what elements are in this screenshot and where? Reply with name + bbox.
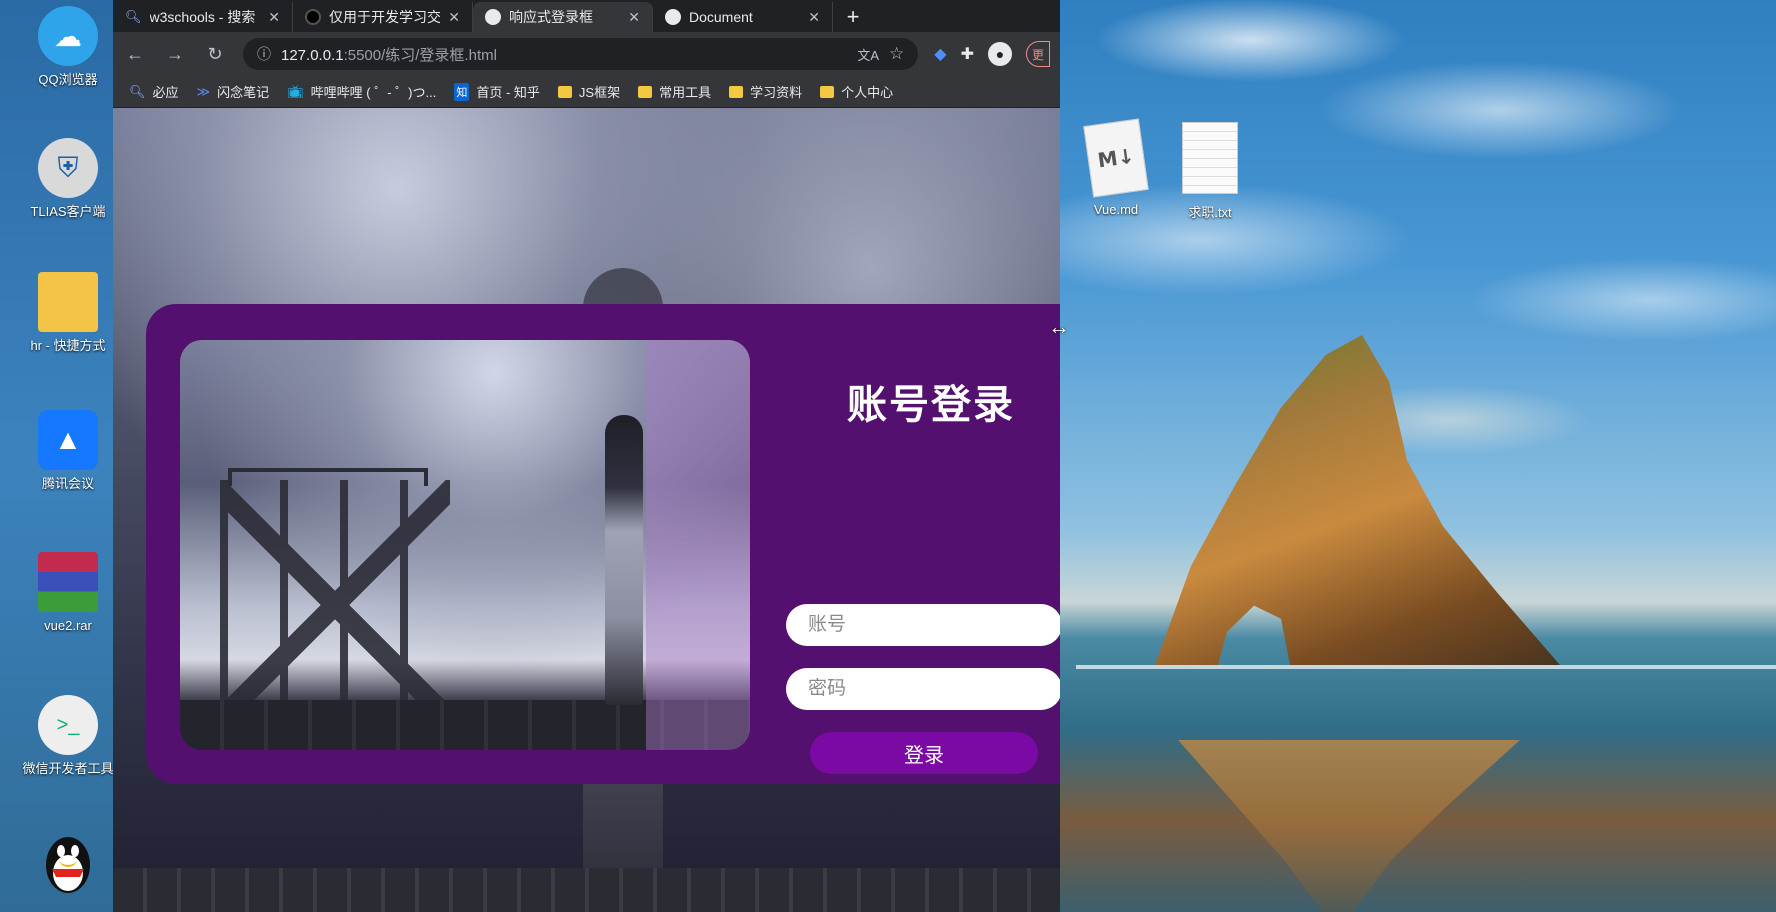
note-icon: ≫ xyxy=(196,83,211,99)
bookmark-common-tools[interactable]: 常用工具 xyxy=(638,82,711,101)
desktop-icon-qq[interactable] xyxy=(18,832,118,893)
desktop-icon-label: 腾讯会议 xyxy=(41,476,94,491)
desktop-icon-tlias[interactable]: ⛨ TLIAS客户端 xyxy=(18,138,118,220)
desktop-icon-label: vue2.rar xyxy=(44,618,92,633)
folder-icon xyxy=(557,85,572,98)
close-icon[interactable]: ✕ xyxy=(808,9,820,26)
new-tab-button[interactable]: + xyxy=(837,2,869,32)
bookmark-label: 哔哩哔哩 ( ゜- ゜)つ... xyxy=(310,85,437,100)
bookmark-label: JS框架 xyxy=(578,85,621,100)
desktop-icon-wechat-devtools[interactable]: >_ 微信开发者工具 xyxy=(18,695,118,777)
bookmark-study-materials[interactable]: 学习资料 xyxy=(729,82,802,101)
bookmark-bilibili[interactable]: 📺︎ 哔哩哔哩 ( ゜- ゜)つ... xyxy=(287,82,436,101)
folder-icon xyxy=(38,272,98,332)
desktop-icon-label: QQ浏览器 xyxy=(38,72,98,87)
profile-avatar-icon[interactable]: ● xyxy=(988,42,1012,66)
tab-w3schools-search[interactable]: 🔍︎ w3schools - 搜索 ✕ xyxy=(113,2,293,32)
desktop-icon-label: 求职.txt xyxy=(1188,205,1232,220)
globe-icon xyxy=(665,9,681,25)
tab-title: w3schools - 搜索 xyxy=(149,9,256,25)
desktop-icon-label: Vue.md xyxy=(1093,202,1139,217)
info-icon[interactable]: ⓘ xyxy=(257,44,271,64)
account-input[interactable] xyxy=(786,604,1060,646)
wallpaper-wave xyxy=(1076,665,1776,669)
tab-title: 仅用于开发学习交 xyxy=(329,9,441,25)
reload-icon[interactable]: ↻ xyxy=(203,44,227,65)
desktop-icon-label: hr - 快捷方式 xyxy=(30,338,106,353)
bookmark-label: 必应 xyxy=(152,85,179,100)
desktop-icon-job-txt[interactable]: 求职.txt xyxy=(1160,122,1260,221)
url-path: :5500/练习/登录框.html xyxy=(343,46,497,64)
desktop-icon-qq-browser[interactable]: ☁ QQ浏览器 xyxy=(18,6,118,88)
search-icon: 🔍︎ xyxy=(125,9,142,24)
login-card: 账号登录 登录 xyxy=(146,304,1060,784)
illustration-tower xyxy=(220,480,450,730)
login-illustration xyxy=(180,340,750,750)
close-icon[interactable]: ✕ xyxy=(628,9,640,26)
shield-icon: ⛨ xyxy=(38,138,98,198)
bookmark-js-frameworks[interactable]: JS框架 xyxy=(557,82,621,101)
bookmark-bing[interactable]: 🔍︎ 必应 xyxy=(129,82,179,101)
close-icon[interactable]: ✕ xyxy=(448,9,460,26)
desktop-icon-vue-md[interactable]: M↓ Vue.md xyxy=(1066,118,1166,217)
tab-responsive-login[interactable]: 响应式登录框 ✕ xyxy=(473,2,653,32)
address-bar[interactable]: ⓘ 127.0.0.1:5500/练习/登录框.html 文A ☆ xyxy=(243,38,919,70)
desktop-icon-vue2-rar[interactable]: vue2.rar xyxy=(18,552,118,634)
illustration-girl xyxy=(605,415,643,705)
bookmark-label: 常用工具 xyxy=(659,85,712,100)
bookmark-label: 个人中心 xyxy=(841,85,894,100)
login-button[interactable]: 登录 xyxy=(810,732,1038,774)
close-icon[interactable]: ✕ xyxy=(268,9,280,26)
star-icon[interactable]: ☆ xyxy=(889,44,904,64)
illustration-overlay xyxy=(646,340,750,750)
bookmark-label: 首页 - 知乎 xyxy=(476,85,540,100)
cloud-icon: ☁ xyxy=(38,6,98,66)
tab-document[interactable]: Document ✕ xyxy=(653,2,833,32)
browser-window: 🔍︎ w3schools - 搜索 ✕ 仅用于开发学习交 ✕ 响应式登录框 ✕ … xyxy=(113,0,1060,912)
folder-icon xyxy=(729,85,744,98)
tab-title: Document xyxy=(689,9,753,25)
desktop-icon-hr-shortcut[interactable]: hr - 快捷方式 xyxy=(18,272,118,354)
extension-layers-icon[interactable]: ◆ xyxy=(934,44,946,64)
penguin-icon xyxy=(38,832,98,893)
forward-icon[interactable]: → xyxy=(163,44,187,65)
background-pier xyxy=(113,868,1060,912)
bookmark-flash-notes[interactable]: ≫ 闪念笔记 xyxy=(197,82,270,101)
bookmark-personal-center[interactable]: 个人中心 xyxy=(820,82,893,101)
tab-dev-learning[interactable]: 仅用于开发学习交 ✕ xyxy=(293,2,473,32)
github-icon xyxy=(305,9,321,25)
password-input[interactable] xyxy=(786,668,1060,710)
desktop-icon-label: TLIAS客户端 xyxy=(30,204,106,219)
terminal-icon: >_ xyxy=(38,695,98,755)
bilibili-icon: 📺︎ xyxy=(287,83,304,99)
tab-title: 响应式登录框 xyxy=(509,9,593,25)
folder-icon xyxy=(820,85,835,98)
bookmark-label: 学习资料 xyxy=(750,85,803,100)
page-viewport: 账号登录 登录 xyxy=(113,108,1060,912)
markdown-file-icon: M↓ xyxy=(1083,118,1149,198)
zhihu-icon: 知 xyxy=(454,82,470,101)
login-title: 账号登录 xyxy=(847,383,1015,427)
browser-toolbar: ← → ↻ ⓘ 127.0.0.1:5500/练习/登录框.html 文A ☆ … xyxy=(113,32,1060,76)
resize-cursor-icon: ↔ xyxy=(1048,314,1070,339)
desktop-icon-tencent-meeting[interactable]: ▲ 腾讯会议 xyxy=(18,410,118,492)
puzzle-icon[interactable]: ✚ xyxy=(961,44,974,64)
back-icon[interactable]: ← xyxy=(123,44,147,65)
desktop-icon-label: 微信开发者工具 xyxy=(22,761,114,776)
url-host: 127.0.0.1 xyxy=(281,46,344,64)
bookmarks-bar: 🔍︎ 必应 ≫ 闪念笔记 📺︎ 哔哩哔哩 ( ゜- ゜)つ... 知首页 - 知乎 J… xyxy=(113,76,1060,108)
login-form: 账号登录 登录 xyxy=(786,304,1060,784)
update-button[interactable]: 更 xyxy=(1026,41,1050,67)
folder-icon xyxy=(638,85,653,98)
archive-icon xyxy=(38,552,98,612)
globe-icon xyxy=(485,9,501,25)
translate-icon[interactable]: 文A xyxy=(857,45,879,64)
tab-bar: 🔍︎ w3schools - 搜索 ✕ 仅用于开发学习交 ✕ 响应式登录框 ✕ … xyxy=(113,0,1060,32)
search-icon: 🔍︎ xyxy=(129,83,146,99)
meeting-icon: ▲ xyxy=(38,410,98,470)
bookmark-label: 闪念笔记 xyxy=(217,85,270,100)
toolbar-right: ◆ ✚ ● 更 xyxy=(934,41,1050,67)
bookmark-zhihu[interactable]: 知首页 - 知乎 xyxy=(454,82,540,101)
text-file-icon xyxy=(1182,122,1238,194)
